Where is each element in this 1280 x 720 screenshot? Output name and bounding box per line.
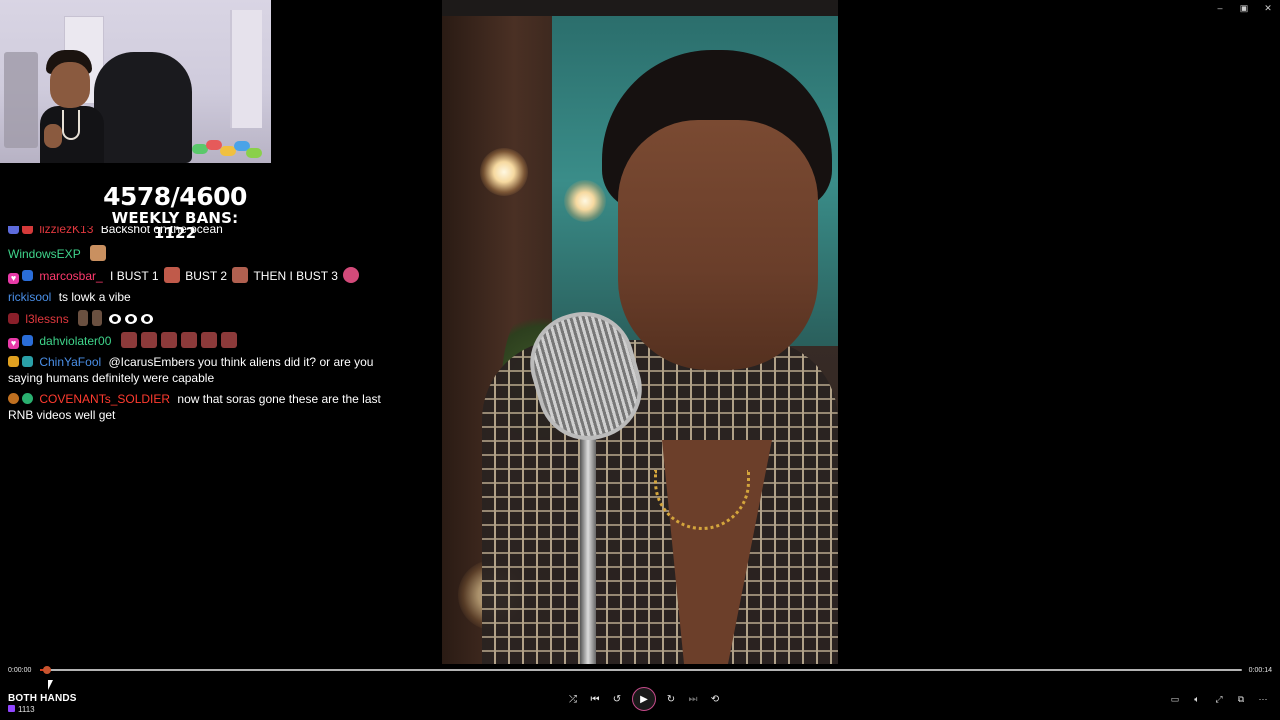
progress-track[interactable] [40,666,1242,674]
playback-controls: ⤮ ⏮ ↺ ▶ ↻ ⏭ ⟲ [562,687,726,711]
streamer [40,50,104,163]
play-icon[interactable]: ▶ [632,687,656,711]
singer-face [618,120,818,370]
emote-icon [160,332,177,348]
chat-username[interactable]: COVENANTs_SOLDIER [39,392,170,406]
repeat-icon[interactable]: ⟲ [704,688,726,710]
badge-icon [8,393,19,404]
mouse-cursor-icon [48,680,53,690]
emote-icon [200,332,217,348]
emote-icon [90,245,107,261]
chat-message: COVENANTs_SOLDIER now that soras gone th… [8,391,408,423]
webcam-shelf [4,52,38,148]
chat-text: BUST 2 [185,269,227,283]
close-button[interactable]: ✕ [1256,0,1280,16]
rewind-icon[interactable]: ↺ [606,688,628,710]
emote-icon [163,267,180,283]
chat-message: ChinYaFool @IcarusEmbers you think alien… [8,354,408,386]
chat-message: lizziezK13 Backshot on the ocean [8,226,408,240]
minimize-button[interactable]: – [1208,0,1232,16]
webcam-doorframe [230,10,262,128]
channel-icon [8,705,15,712]
badge-icon [22,335,33,346]
maximize-button[interactable]: ▣ [1232,0,1256,16]
lamp-light [480,148,528,196]
emote-icon [92,310,103,326]
ban-count: 4578/4600 [103,182,247,211]
chat-text: ts lowk a vibe [58,290,131,304]
chat-username[interactable]: ChinYaFool [39,355,101,369]
chat-username[interactable]: lizziezK13 [39,226,93,236]
current-time: 0:00:00 [8,667,32,674]
eyes-emote-icon [125,314,138,324]
chat-username[interactable]: l3lessns [25,312,68,326]
previous-icon[interactable]: ⏮ [584,688,606,710]
player-options: ▭ 🔈︎ ⤢ ⧉ ⋯ [1164,688,1274,710]
forward-icon[interactable]: ↻ [660,688,682,710]
mic-stand [580,420,596,664]
next-icon[interactable]: ⏭ [682,688,704,710]
emote-icon [140,332,157,348]
badge-icon [8,356,19,367]
badge-icon [8,313,19,324]
emote-icon [220,332,237,348]
emote-icon [78,310,89,326]
song-subtitle: 1113 [8,705,77,714]
chat-text: Backshot on the ocean [100,226,223,236]
chat-message: rickisool ts lowk a vibe [8,289,408,305]
emote-icon [343,267,360,283]
emote-icon [180,332,197,348]
chat-username[interactable]: marcosbar_ [39,269,102,283]
emote-icon [120,332,137,348]
webcam-overlay [0,0,271,163]
heart-badge-icon: ♥ [8,273,19,284]
chat-message: ♥ dahviolater00 [8,332,408,349]
eyes-emote-icon [109,314,122,324]
shuffle-icon[interactable]: ⤮ [562,688,584,710]
now-playing: BOTH HANDS 1113 [8,693,77,714]
chat-message: WindowsEXP [8,245,408,262]
heart-badge-icon: ♥ [8,338,19,349]
chat-text: THEN I BUST 3 [253,269,338,283]
webcam-gaming-chair [94,52,192,163]
badge-icon [22,356,33,367]
song-title[interactable]: BOTH HANDS [8,693,77,704]
window-controls: – ▣ ✕ [1208,0,1280,16]
popout-icon[interactable]: ⧉ [1230,688,1252,710]
video-frame[interactable] [442,0,838,664]
badge-icon [22,393,33,404]
badge-icon [8,226,19,234]
badge-icon [22,226,33,234]
more-icon[interactable]: ⋯ [1252,688,1274,710]
chat-text: I BUST 1 [110,269,159,283]
emote-icon [232,267,249,283]
chat-username[interactable]: dahviolater00 [39,334,111,348]
lamp-light [564,180,606,222]
total-time: 0:00:14 [1248,667,1272,674]
webcam-toys [192,138,264,160]
badge-icon [22,270,33,281]
chat-message: l3lessns [8,310,408,327]
chat-username[interactable]: rickisool [8,290,51,304]
progress-thumb[interactable] [43,666,52,674]
volume-icon[interactable]: 🔈︎ [1186,688,1208,710]
chat-username[interactable]: WindowsEXP [8,247,81,261]
chat-panel: lizziezK13 Backshot on the ocean Windows… [8,226,408,428]
miniplayer-icon[interactable]: ▭ [1164,688,1186,710]
eyes-emote-icon [141,314,154,324]
chat-message: ♥ marcosbar_ I BUST 1 BUST 2 THEN I BUST… [8,267,408,284]
fullscreen-icon[interactable]: ⤢ [1208,688,1230,710]
